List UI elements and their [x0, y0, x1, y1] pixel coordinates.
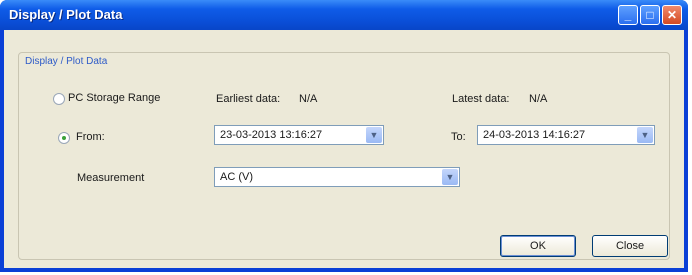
plot-data-groupbox [18, 52, 670, 260]
to-label: To: [451, 131, 466, 143]
measurement-label: Measurement [77, 172, 145, 184]
minimize-button[interactable]: _ [618, 5, 638, 25]
from-radio[interactable] [58, 132, 70, 144]
dialog-window: Display / Plot Data _ □ ✕ Display / Plot… [0, 0, 688, 272]
from-date-combo[interactable]: 23-03-2013 13:16:27 ▼ [214, 125, 384, 145]
close-icon: ✕ [666, 8, 678, 22]
window-title: Display / Plot Data [9, 7, 123, 22]
groupbox-label: Display / Plot Data [22, 56, 111, 67]
title-bar[interactable]: Display / Plot Data _ □ ✕ [0, 0, 688, 30]
chevron-down-icon[interactable]: ▼ [637, 127, 653, 143]
measurement-value: AC (V) [220, 171, 253, 183]
pc-storage-range-radio[interactable] [53, 93, 65, 105]
maximize-icon: □ [646, 8, 654, 22]
to-date-combo[interactable]: 24-03-2013 14:16:27 ▼ [477, 125, 655, 145]
to-date-value: 24-03-2013 14:16:27 [483, 129, 586, 141]
dialog-body: Display / Plot Data PC Storage Range Ear… [4, 30, 684, 268]
latest-data-value: N/A [529, 93, 548, 105]
measurement-combo[interactable]: AC (V) ▼ [214, 167, 460, 187]
earliest-data-label: Earliest data: [216, 93, 281, 105]
close-window-button[interactable]: ✕ [662, 5, 682, 25]
from-date-value: 23-03-2013 13:16:27 [220, 129, 323, 141]
maximize-button[interactable]: □ [640, 5, 660, 25]
latest-data-label: Latest data: [452, 93, 510, 105]
pc-storage-range-label[interactable]: PC Storage Range [68, 92, 160, 104]
from-label[interactable]: From: [76, 131, 105, 143]
chevron-down-icon[interactable]: ▼ [442, 169, 458, 185]
ok-button[interactable]: OK [500, 235, 576, 257]
chevron-down-icon[interactable]: ▼ [366, 127, 382, 143]
close-button[interactable]: Close [592, 235, 668, 257]
minimize-icon: _ [624, 8, 632, 22]
earliest-data-value: N/A [299, 93, 318, 105]
